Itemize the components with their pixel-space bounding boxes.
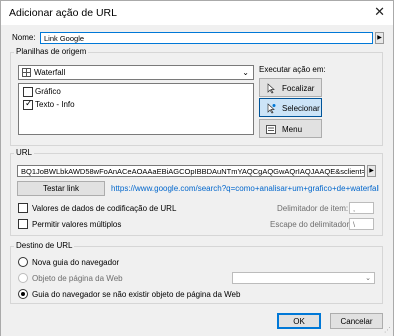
source-sheets-title: Planilhas de origem [14, 47, 89, 56]
test-link-button[interactable]: Testar link [17, 181, 105, 196]
focus-icon [267, 83, 275, 94]
escape-delimiter-input[interactable]: \ [349, 218, 374, 230]
chevron-down-icon: ⌄ [365, 275, 371, 282]
dashboard-select-value: Waterfall [34, 68, 66, 77]
chevron-down-icon: ⌄ [242, 68, 249, 77]
url-input[interactable]: BQ1JoBWLbkAWD58wFoAnACeAOAAaEBiAGCOpIBBD… [17, 165, 365, 177]
select-cursor-icon [267, 103, 276, 114]
dashboard-select[interactable]: Waterfall ⌄ [18, 65, 254, 80]
name-insert-arrow-button[interactable]: ▶ [375, 32, 384, 44]
multiple-values-label: Permitir valores múltiplos [32, 220, 122, 229]
cancel-button[interactable]: Cancelar [330, 313, 383, 329]
encode-label: Valores de dados de codificação de URL [32, 204, 177, 213]
url-group-title: URL [14, 148, 35, 157]
radio-new-tab[interactable] [18, 257, 28, 267]
sheets-list: Gráfico ✓ Texto - Info [18, 83, 254, 135]
menu-button-label: Menu [282, 125, 303, 134]
run-action-label: Executar ação em: [259, 65, 326, 74]
radio-tab-fallback-label: Guia do navegador se não existir objeto … [32, 290, 241, 299]
dialog-title: Adicionar ação de URL [9, 7, 117, 19]
select-button[interactable]: Selecionar [259, 98, 322, 117]
footer: OK Cancelar ⋰ [1, 305, 393, 336]
resize-grip-icon[interactable]: ⋰ [384, 326, 391, 334]
item-delimiter-label: Delimitador de item: [277, 204, 349, 213]
checkmark-icon: ✓ [25, 98, 33, 108]
cancel-label: Cancelar [340, 317, 373, 326]
name-label: Nome: [12, 33, 36, 42]
sheet-item-label: Gráfico [35, 87, 61, 96]
escape-delimiter-label: Escape do delimitador: [270, 220, 352, 229]
sheet-checkbox[interactable]: ✓ [23, 98, 33, 110]
menu-icon [266, 125, 276, 134]
dialog-window: Adicionar ação de URL ✕ Nome: Link Googl… [0, 0, 394, 336]
ok-button[interactable]: OK [277, 313, 321, 329]
radio-web-object[interactable] [18, 273, 28, 283]
name-input[interactable]: Link Google [40, 32, 373, 44]
multiple-values-checkbox[interactable] [18, 219, 28, 229]
test-link-label: Testar link [42, 184, 79, 193]
encode-checkbox[interactable] [18, 203, 28, 213]
sheet-item-label: Texto - Info [35, 100, 75, 109]
dashboard-icon [22, 68, 31, 77]
radio-tab-fallback[interactable] [18, 289, 28, 299]
ok-label: OK [293, 317, 305, 326]
url-insert-arrow-button[interactable]: ▶ [367, 165, 376, 177]
sheet-checkbox[interactable] [23, 87, 33, 97]
menu-button[interactable]: Menu [259, 119, 322, 138]
radio-new-tab-label: Nova guia do navegador [32, 258, 120, 267]
radio-web-object-label: Objeto de página da Web [32, 274, 123, 283]
title-bar: Adicionar ação de URL ✕ [1, 1, 393, 25]
web-object-select[interactable]: ⌄ [232, 272, 375, 284]
close-icon[interactable]: ✕ [374, 4, 385, 20]
item-delimiter-input[interactable]: , [349, 202, 374, 214]
test-result-link[interactable]: https://www.google.com/search?q=como+ana… [111, 184, 379, 193]
select-button-label: Selecionar [282, 104, 320, 113]
focus-button-label: Focalizar [282, 84, 315, 93]
focus-button[interactable]: Focalizar [259, 78, 322, 97]
target-group-title: Destino de URL [14, 241, 75, 250]
